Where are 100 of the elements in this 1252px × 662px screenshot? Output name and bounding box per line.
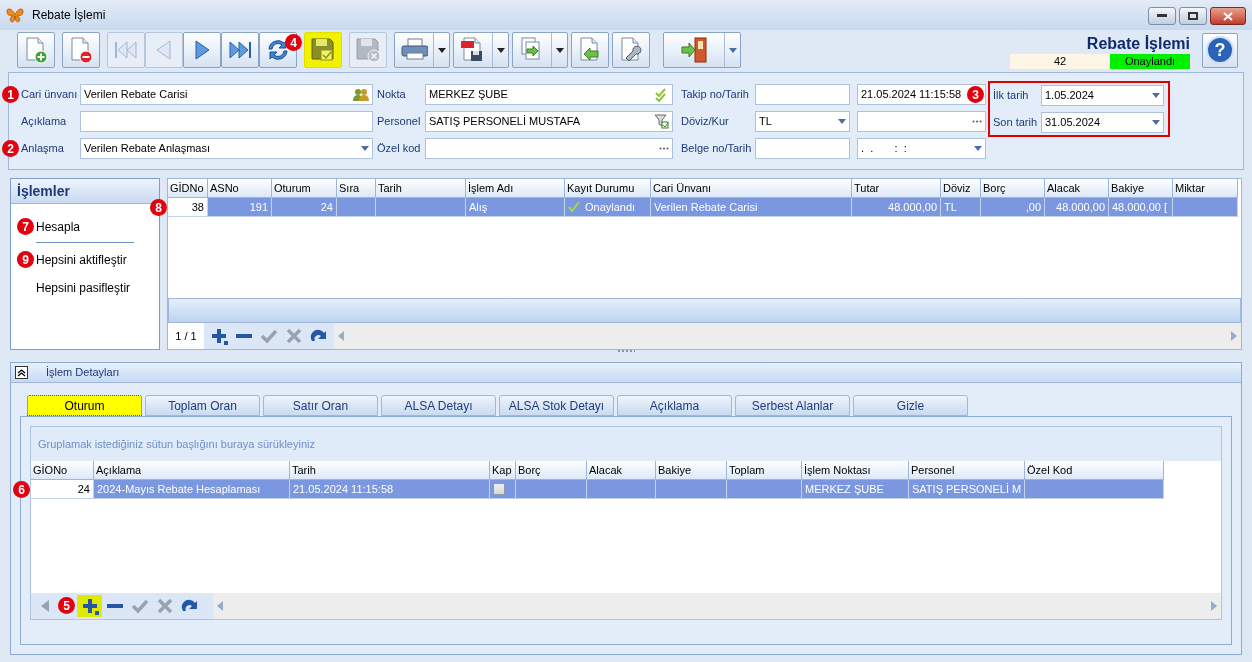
minimize-button[interactable] — [1148, 7, 1176, 25]
pager-text: 1 / 1 — [174, 328, 198, 344]
column-header[interactable]: Tutar — [852, 179, 941, 198]
scroll-left-icon — [338, 331, 344, 341]
print-button[interactable] — [394, 32, 450, 68]
column-header[interactable]: GİONo — [31, 461, 94, 480]
column-header[interactable]: Döviz — [941, 179, 981, 198]
dropdown-field[interactable]: . . : : — [857, 138, 986, 159]
plus-icon — [209, 327, 228, 345]
next-button[interactable] — [183, 32, 221, 68]
tools-button[interactable] — [612, 32, 650, 68]
input-field[interactable]: MERKEZ ŞUBE — [425, 84, 673, 105]
action-link[interactable]: Hepsini pasifleştir — [36, 277, 131, 299]
column-header[interactable]: Bakiye — [1109, 179, 1173, 198]
maximize-button[interactable] — [1179, 7, 1207, 25]
input-field[interactable]: SATIŞ PERSONELİ MUSTAFA — [425, 111, 673, 132]
action-link[interactable]: Hepsini aktifleştir — [36, 249, 127, 271]
maximize-icon — [1188, 12, 1198, 20]
help-button[interactable]: ? — [1202, 32, 1238, 68]
date-field[interactable]: 31.05.2024 — [1041, 112, 1164, 133]
column-header[interactable]: ASNo — [208, 179, 272, 198]
tab[interactable]: Gizle — [853, 395, 968, 416]
column-header[interactable]: Açıklama — [94, 461, 290, 480]
field-label: Döviz/Kur — [681, 114, 730, 130]
status-text: Onaylandı — [585, 199, 636, 215]
group-hint: Gruplamak istediğiniz sütun başlığını buraya sürükleyiniz — [38, 436, 315, 452]
column-header[interactable]: Tarih — [376, 179, 466, 198]
record-number: 42 — [1010, 53, 1110, 69]
callout-badge: 1 — [2, 86, 19, 103]
minus-icon — [105, 604, 124, 608]
tab[interactable]: ALSA Stok Detayı — [499, 395, 614, 416]
column-header[interactable]: Borç — [981, 179, 1045, 198]
tab[interactable]: ALSA Detayı — [381, 395, 496, 416]
close-button[interactable] — [1210, 7, 1246, 25]
check-icon — [568, 201, 580, 213]
date-field[interactable]: 1.05.2024 — [1041, 85, 1164, 106]
input-field[interactable] — [857, 111, 986, 132]
cell-text: 21.05.2024 11:15:58 — [293, 481, 394, 497]
horizontal-scrollbar[interactable] — [334, 323, 1241, 349]
column-header[interactable]: Tarih — [290, 461, 490, 480]
dropdown-field[interactable]: TL — [755, 111, 850, 132]
column-header[interactable]: İşlem Noktası — [802, 461, 909, 480]
new-button[interactable] — [17, 32, 55, 68]
pdf-export-button[interactable] — [453, 32, 509, 68]
field-label: Nokta — [377, 87, 407, 103]
callout-badge: 8 — [150, 199, 167, 216]
column-header[interactable]: GİDNo — [168, 179, 208, 198]
double-chevron-up-icon — [17, 368, 26, 377]
column-header[interactable]: Bakiye — [656, 461, 727, 480]
column-header[interactable]: Alacak — [1045, 179, 1109, 198]
filter-icon — [654, 114, 669, 129]
column-header[interactable]: Miktar — [1173, 179, 1238, 198]
last-record-button[interactable] — [221, 32, 259, 68]
floppy-x-icon — [354, 36, 382, 64]
column-header[interactable]: Oturum — [272, 179, 337, 198]
column-header[interactable]: Personel — [909, 461, 1025, 480]
dropdown-field[interactable]: Verilen Rebate Anlaşması — [80, 138, 373, 159]
refresh-button[interactable] — [259, 32, 297, 68]
field-label: Takip no/Tarih — [681, 87, 750, 103]
save-button[interactable] — [304, 32, 342, 68]
column-header[interactable]: Kayıt Durumu — [565, 179, 651, 198]
double-check-icon — [655, 87, 669, 102]
add-row-button[interactable] — [77, 595, 102, 617]
field-label: Son tarih — [993, 115, 1039, 131]
delete-button[interactable] — [62, 32, 100, 68]
tab[interactable]: Oturum — [27, 395, 142, 416]
horizontal-scrollbar[interactable] — [213, 593, 1221, 619]
check-icon — [130, 597, 149, 615]
column-header[interactable]: Alacak — [587, 461, 656, 480]
field-value: . . : : — [861, 141, 907, 157]
tab[interactable]: Serbest Alanlar — [735, 395, 850, 416]
cell-text: 48.000,00 — [888, 199, 937, 215]
input-field[interactable] — [755, 138, 850, 159]
column-header[interactable]: Borç — [516, 461, 587, 480]
tab[interactable]: Açıklama — [617, 395, 732, 416]
field-value: MERKEZ ŞUBE — [429, 87, 508, 103]
field-value: Verilen Rebate Anlaşması — [84, 141, 210, 157]
action-link[interactable]: Hesapla — [36, 216, 81, 238]
cell-text: 191 — [249, 199, 268, 215]
tab[interactable]: Toplam Oran — [145, 395, 260, 416]
input-field[interactable] — [425, 138, 673, 159]
callout-badge: 7 — [17, 218, 34, 235]
input-field[interactable] — [755, 84, 850, 105]
input-field[interactable] — [80, 111, 373, 132]
tab[interactable]: Satır Oran — [263, 395, 378, 416]
column-header[interactable]: Toplam — [727, 461, 802, 480]
column-header[interactable]: Sıra — [337, 179, 376, 198]
column-header[interactable]: İşlem Adı — [466, 179, 565, 198]
import-button[interactable] — [571, 32, 609, 68]
cell-text: MERKEZ ŞUBE — [805, 481, 884, 497]
column-header[interactable]: Özel Kod — [1025, 461, 1164, 480]
caret-icon — [1152, 120, 1160, 125]
input-field[interactable]: Verilen Rebate Carisi — [80, 84, 373, 105]
collapse-button[interactable] — [15, 366, 28, 379]
checkbox[interactable] — [493, 483, 505, 495]
people-icon — [353, 87, 369, 102]
column-header[interactable]: Cari Ünvanı — [651, 179, 852, 198]
exit-button[interactable] — [663, 32, 741, 68]
scroll-right-icon — [1231, 331, 1237, 341]
column-header[interactable]: Kap — [490, 461, 516, 480]
